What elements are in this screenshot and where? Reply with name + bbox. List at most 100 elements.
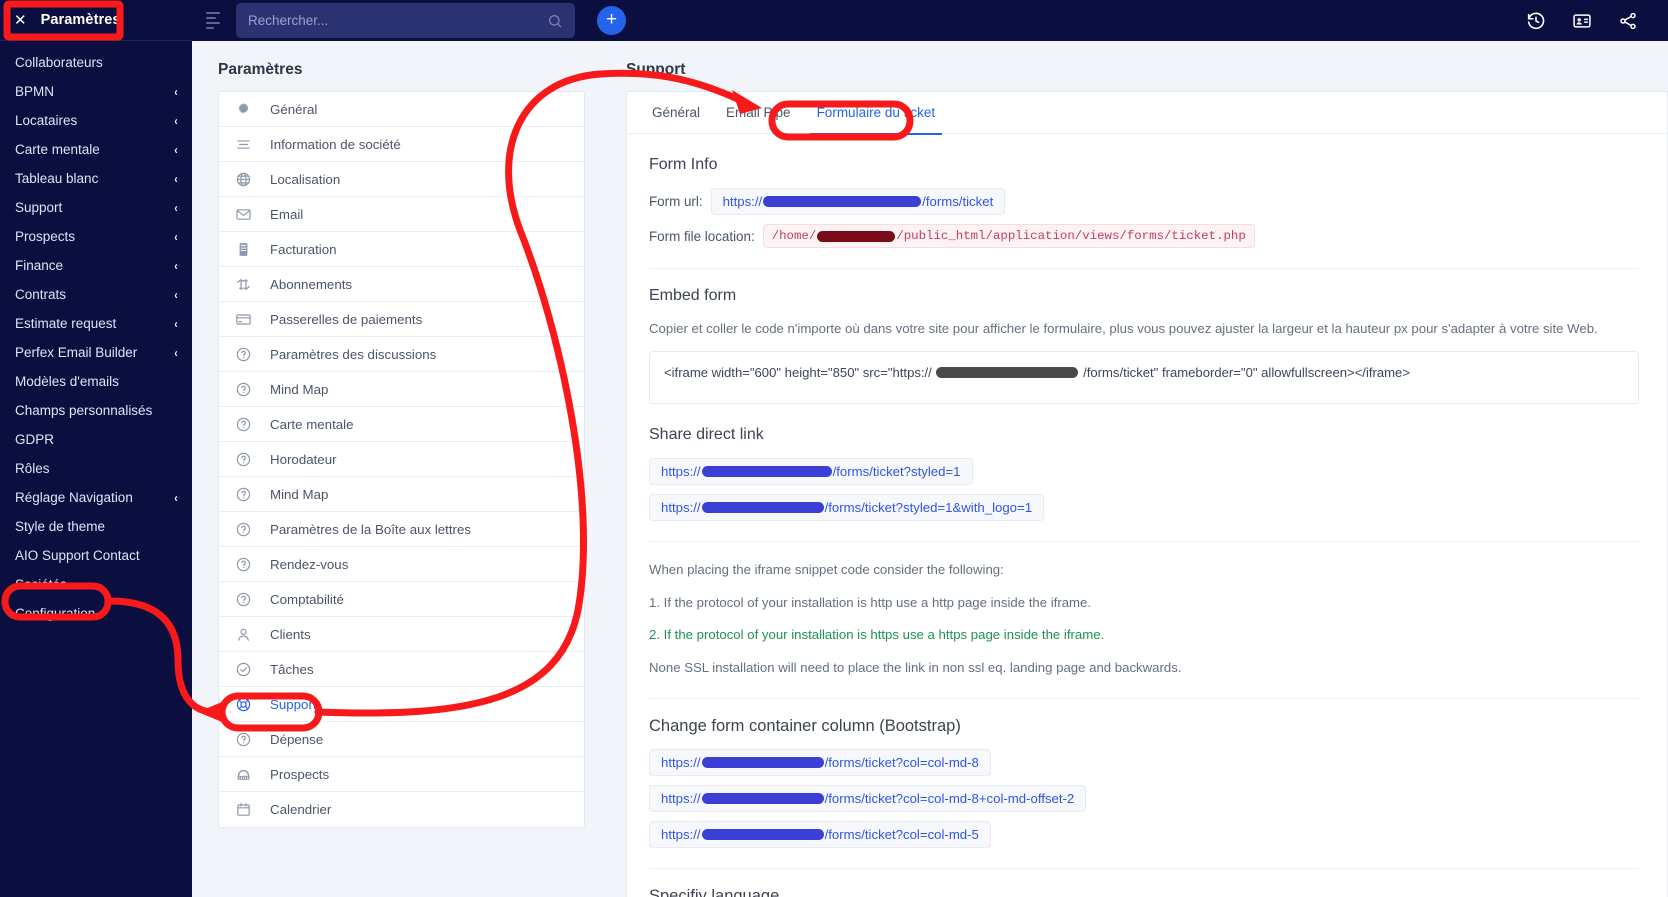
globe-icon	[235, 171, 252, 188]
receipt-icon	[235, 241, 252, 258]
check-circle-icon	[235, 661, 252, 678]
sidebar-item-support[interactable]: Support ‹	[0, 193, 192, 222]
search-box[interactable]	[236, 3, 575, 38]
sidebar-item-contrats[interactable]: Contrats ‹	[0, 280, 192, 309]
add-button[interactable]: +	[597, 6, 626, 35]
settings-row-rendez-vous[interactable]: Rendez-vous	[219, 547, 584, 582]
settings-row-mind-map[interactable]: Mind Map	[219, 477, 584, 512]
sidebar-item-estimate-request[interactable]: Estimate request ‹	[0, 309, 192, 338]
embed-snippet-textarea[interactable]: <iframe width="600" height="850" src="ht…	[649, 351, 1639, 405]
sidebar-item-finance[interactable]: Finance ‹	[0, 251, 192, 280]
share-link-chip[interactable]: https:// /forms/ticket?col=col-md-8	[649, 749, 991, 777]
hamburger-icon[interactable]	[206, 12, 222, 29]
settings-row-prospects[interactable]: Prospects	[219, 757, 584, 792]
settings-row-d-pense[interactable]: Dépense	[219, 722, 584, 757]
chevron-left-icon[interactable]: ‹	[174, 260, 177, 272]
question-circle-icon	[235, 591, 252, 608]
settings-row-label: Paramètres de la Boîte aux lettres	[270, 521, 472, 537]
sidebar-item-style-de-theme[interactable]: Style de theme	[0, 512, 192, 541]
chevron-left-icon[interactable]: ‹	[174, 144, 177, 156]
link-suffix: /forms/ticket?styled=1	[832, 464, 961, 480]
sidebar-item-soci-t-s[interactable]: Sociétés	[0, 570, 192, 599]
settings-row-abonnements[interactable]: Abonnements	[219, 267, 584, 302]
form-url-prefix: https://	[722, 194, 763, 209]
form-url-chip[interactable]: https:// /forms/ticket	[710, 188, 1006, 215]
chevron-left-icon[interactable]: ‹	[174, 115, 177, 127]
chevron-left-icon[interactable]: ‹	[174, 492, 177, 504]
share-link-chip[interactable]: https:// /forms/ticket?col=col-md-5	[649, 821, 991, 849]
search-icon[interactable]	[547, 13, 563, 29]
question-circle-icon	[235, 521, 252, 538]
contact-card-icon[interactable]	[1572, 11, 1592, 31]
sidebar-header: ✕ Paramètres	[0, 0, 192, 41]
tab-g-n-ral[interactable]: Général	[639, 92, 713, 134]
sidebar-item-perfex-email-builder[interactable]: Perfex Email Builder ‹	[0, 338, 192, 367]
close-icon[interactable]: ✕	[14, 13, 27, 28]
sidebar-item-configuration[interactable]: Configuration	[0, 599, 192, 628]
settings-row-mind-map[interactable]: Mind Map	[219, 372, 584, 407]
settings-row-t-ches[interactable]: Tâches	[219, 652, 584, 687]
chevron-left-icon[interactable]: ‹	[174, 289, 177, 301]
tab-email-pipe[interactable]: Email Pipe	[713, 92, 804, 134]
redacted-domain	[763, 196, 922, 207]
settings-row-facturation[interactable]: Facturation	[219, 232, 584, 267]
chevron-left-icon[interactable]: ‹	[174, 202, 177, 214]
chevron-left-icon[interactable]: ‹	[174, 231, 177, 243]
settings-row-horodateur[interactable]: Horodateur	[219, 442, 584, 477]
list-icon	[235, 136, 252, 153]
form-file-chip: /home/ /public_html/application/views/fo…	[762, 224, 1255, 248]
history-icon[interactable]	[1526, 11, 1546, 31]
sidebar-item-tableau-blanc[interactable]: Tableau blanc ‹	[0, 164, 192, 193]
settings-row-support[interactable]: Support	[219, 687, 584, 722]
settings-row-label: Général	[270, 101, 318, 117]
settings-row-g-n-ral[interactable]: Général	[219, 92, 584, 127]
sidebar-item-locataires[interactable]: Locataires ‹	[0, 106, 192, 135]
share-icon[interactable]	[1618, 11, 1638, 31]
chevron-left-icon[interactable]: ‹	[174, 86, 177, 98]
settings-row-localisation[interactable]: Localisation	[219, 162, 584, 197]
settings-row-label: Rendez-vous	[270, 556, 349, 572]
settings-row-comptabilit[interactable]: Comptabilité	[219, 582, 584, 617]
link-row: https:// /forms/ticket?col=col-md-5	[649, 821, 1639, 849]
settings-row-clients[interactable]: Clients	[219, 617, 584, 652]
chevron-left-icon[interactable]: ‹	[174, 318, 177, 330]
sidebar-item-champs-personnalis-s[interactable]: Champs personnalisés	[0, 396, 192, 425]
sidebar-item-label: AIO Support Contact	[15, 548, 140, 563]
share-link-chip[interactable]: https:// /forms/ticket?styled=1	[649, 458, 973, 486]
question-circle-icon	[235, 346, 252, 363]
share-link-chip[interactable]: https:// /forms/ticket?col=col-md-8+col-m…	[649, 785, 1087, 813]
chevron-left-icon[interactable]: ‹	[174, 347, 177, 359]
lifebuoy-icon	[235, 696, 252, 713]
sidebar-item-r-les[interactable]: Rôles	[0, 454, 192, 483]
settings-row-param-tres-des-discussions[interactable]: Paramètres des discussions	[219, 337, 584, 372]
settings-row-calendrier[interactable]: Calendrier	[219, 792, 584, 827]
chevron-left-icon[interactable]: ‹	[174, 173, 177, 185]
settings-row-label: Comptabilité	[270, 591, 344, 607]
settings-row-information-de-soci-t[interactable]: Information de société	[219, 127, 584, 162]
sidebar-item-carte-mentale[interactable]: Carte mentale ‹	[0, 135, 192, 164]
sidebar-item-prospects[interactable]: Prospects ‹	[0, 222, 192, 251]
settings-row-passerelles-de-paiements[interactable]: Passerelles de paiements	[219, 302, 584, 337]
share-link-chip[interactable]: https:// /forms/ticket?styled=1&with_logo…	[649, 494, 1045, 522]
tab-bar: Général Email Pipe Formulaire du ticket	[627, 92, 1667, 135]
settings-row-email[interactable]: Email	[219, 197, 584, 232]
sidebar: ✕ Paramètres Collaborateurs BPMN ‹ Locatair…	[0, 0, 192, 897]
settings-row-label: Information de société	[270, 136, 401, 152]
link-prefix: https://	[661, 827, 701, 843]
sidebar-item-mod-les-d-emails[interactable]: Modèles d'emails	[0, 367, 192, 396]
tab-formulaire-du-ticket[interactable]: Formulaire du ticket	[804, 92, 949, 135]
settings-row-carte-mentale[interactable]: Carte mentale	[219, 407, 584, 442]
sidebar-item-gdpr[interactable]: GDPR	[0, 425, 192, 454]
sidebar-item-label: Champs personnalisés	[15, 403, 153, 418]
sidebar-item-r-glage-navigation[interactable]: Réglage Navigation ‹	[0, 483, 192, 512]
sidebar-item-collaborateurs[interactable]: Collaborateurs	[0, 48, 192, 77]
settings-row-param-tres-de-la-bo-te-aux-lettres[interactable]: Paramètres de la Boîte aux lettres	[219, 512, 584, 547]
sidebar-item-aio-support-contact[interactable]: AIO Support Contact	[0, 541, 192, 570]
settings-row-label: Carte mentale	[270, 416, 354, 432]
sidebar-item-label: Finance	[15, 258, 64, 273]
search-input[interactable]	[248, 13, 547, 28]
question-circle-icon	[235, 731, 252, 748]
question-circle-icon	[235, 416, 252, 433]
sidebar-item-bpmn[interactable]: BPMN ‹	[0, 77, 192, 106]
settings-panel-title: Paramètres	[218, 61, 303, 78]
